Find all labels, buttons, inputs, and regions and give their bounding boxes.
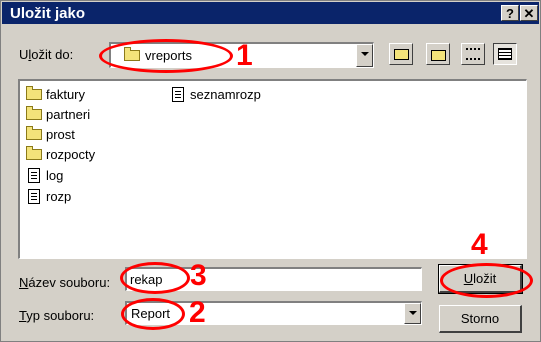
list-item[interactable]: partneri [26,106,90,123]
list-item[interactable]: log [26,168,63,184]
annotation-number-2: 2 [189,296,206,329]
new-folder-icon [431,50,446,61]
folder-icon [26,106,42,120]
chevron-down-icon[interactable] [356,44,373,67]
folder-icon [26,126,42,140]
chevron-down-icon[interactable] [404,303,421,324]
list-item[interactable]: rozpocty [26,146,95,163]
annotation-ellipse-1 [99,39,233,73]
close-button[interactable]: ✕ [520,5,538,21]
filetype-label: Typ souboru: [19,308,95,323]
up-one-level-button[interactable] [389,43,413,65]
title-bar: Uložit jako ? ✕ [2,2,539,24]
folder-icon [26,86,42,100]
annotation-number-3: 3 [190,259,207,292]
list-item[interactable]: rozp [26,189,71,205]
list-item[interactable]: seznamrozp [170,87,261,103]
file-icon [28,168,40,183]
annotation-ellipse-3 [120,262,190,294]
list-view-icon [466,48,480,60]
file-icon [28,189,40,204]
folder-icon [26,146,42,160]
list-item[interactable]: faktury [26,86,85,103]
details-view-button[interactable] [493,43,517,65]
list-view-button[interactable] [461,43,485,65]
file-list[interactable]: faktury partneri prost rozpocty log rozp… [18,79,527,259]
file-icon [172,87,184,102]
annotation-ellipse-4 [440,263,533,298]
filename-label: Název souboru: [19,275,111,290]
folder-up-icon [394,49,409,60]
save-as-dialog: Uložit jako ? ✕ Uložit do: vreports fakt… [0,0,541,342]
list-item[interactable]: prost [26,126,75,143]
help-button[interactable]: ? [501,5,519,21]
window-title: Uložit jako [10,5,86,22]
cancel-button[interactable]: Storno [439,305,522,333]
details-view-icon [498,48,512,60]
save-in-label: Uložit do: [19,47,74,62]
new-folder-button[interactable] [426,43,450,65]
annotation-ellipse-2 [121,298,185,330]
annotation-number-1: 1 [236,39,253,72]
annotation-number-4: 4 [471,228,488,261]
